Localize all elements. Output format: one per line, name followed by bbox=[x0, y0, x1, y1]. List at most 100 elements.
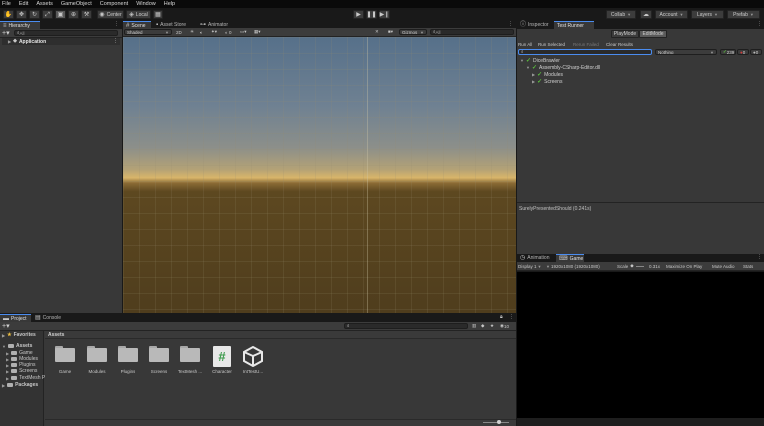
resolution-dropdown[interactable]: ▼ 1920x1080 (1920x1080) bbox=[546, 263, 600, 269]
shading-mode-dropdown[interactable]: Shaded ▼ bbox=[124, 29, 172, 35]
menu-window[interactable]: Window bbox=[136, 1, 156, 7]
rotate-tool-button[interactable]: ↻ bbox=[29, 10, 40, 19]
tab-animation[interactable]: ◷ Animation bbox=[517, 254, 555, 262]
move-tool-button[interactable]: ✥ bbox=[16, 10, 27, 19]
hidden-objects-icon[interactable]: ◐ 0 bbox=[225, 29, 231, 35]
cloud-button[interactable]: ☁ bbox=[640, 10, 652, 19]
menu-edit[interactable]: Edit bbox=[19, 1, 28, 7]
tab-console[interactable]: ▤ Console bbox=[32, 314, 64, 322]
maximize-on-play-toggle[interactable]: Maximize On Play bbox=[666, 263, 702, 269]
pivot-center-toggle[interactable]: ◉ Center bbox=[97, 10, 124, 19]
add-icon[interactable]: +▾ bbox=[2, 29, 10, 37]
menu-assets[interactable]: Assets bbox=[36, 1, 53, 7]
editmode-tab[interactable]: EditMode bbox=[639, 30, 667, 38]
collab-dropdown[interactable]: Collab ▼ bbox=[606, 10, 636, 19]
hierarchy-scene-root[interactable]: ▶ ◆ Application ⋮ bbox=[2, 38, 120, 45]
slider-handle-icon: ◆ bbox=[630, 263, 634, 268]
layout-dropdown[interactable]: Prefab ▼ bbox=[727, 10, 760, 19]
skipped-filter-toggle[interactable]: ● 0 bbox=[750, 49, 762, 55]
camera-icon[interactable]: ▭▾ bbox=[240, 29, 247, 35]
create-asset-icon[interactable]: +▾ bbox=[2, 322, 10, 330]
category-filter-dropdown[interactable]: Nothing ▼ bbox=[655, 49, 717, 55]
clear-results-button[interactable]: Clear Results bbox=[606, 41, 633, 47]
scale-slider[interactable]: Scale ◆ bbox=[617, 263, 644, 269]
project-search-input[interactable]: ⌕ bbox=[344, 323, 468, 329]
asset-folder-game[interactable]: Game bbox=[50, 346, 80, 374]
run-all-button[interactable]: Run All bbox=[518, 41, 532, 47]
tree-item-assets[interactable]: ▼ Assets bbox=[2, 343, 32, 349]
test-tree-item[interactable]: ▼ ✓ DiceBrawler bbox=[520, 57, 560, 65]
asset-folder-modules[interactable]: Modules bbox=[82, 346, 112, 374]
test-tree-item[interactable]: ▶ ✓ Screens bbox=[532, 78, 562, 86]
favorites-item[interactable]: ▶ ★ Favorites bbox=[2, 332, 36, 338]
effects-icon[interactable]: ✦▾ bbox=[211, 29, 217, 35]
zoom-slider-handle[interactable] bbox=[497, 420, 501, 424]
test-search-input[interactable]: ⌕ bbox=[518, 49, 652, 55]
kebab-menu-icon[interactable]: ⋮ bbox=[113, 38, 118, 44]
account-dropdown[interactable]: Account ▼ bbox=[655, 10, 688, 19]
scale-tool-button[interactable]: ⤢ bbox=[42, 10, 53, 19]
filter-type-icon[interactable]: ▥ bbox=[472, 323, 476, 329]
transform-tool-button[interactable]: ⊕ bbox=[68, 10, 79, 19]
tab-inspector[interactable]: ⓘ Inspector bbox=[517, 21, 553, 29]
tree-item-textmesh[interactable]: ▶ TextMesh P bbox=[6, 375, 45, 381]
pivot-local-toggle[interactable]: ◈ Local bbox=[126, 10, 151, 19]
tab-game[interactable]: ⌨ Game bbox=[556, 254, 584, 262]
asset-unity-inttest[interactable]: IntTestU... bbox=[238, 346, 268, 374]
favorite-icon[interactable]: ★ bbox=[490, 323, 494, 329]
hand-tool-button[interactable]: ✋ bbox=[3, 10, 14, 19]
rect-tool-button[interactable]: ▣ bbox=[55, 10, 66, 19]
tab-project[interactable]: ▬ Project bbox=[0, 314, 31, 322]
grid-snap-button[interactable]: ▦ bbox=[153, 10, 163, 19]
passed-filter-toggle[interactable]: ✓ 239 bbox=[720, 49, 736, 55]
test-tree-item[interactable]: ▶ ✓ Modules bbox=[532, 71, 563, 79]
tree-item-packages[interactable]: ▶ Packages bbox=[2, 382, 38, 388]
lock-icon[interactable]: 🔒︎ bbox=[500, 315, 503, 320]
tools-icon[interactable]: ✕ bbox=[375, 29, 379, 35]
asset-folder-textmesh[interactable]: TextMesh ... bbox=[175, 346, 205, 374]
lighting-icon[interactable]: ☀ bbox=[190, 29, 194, 35]
hidden-packages-toggle[interactable]: ◉ 10 bbox=[500, 323, 509, 329]
rerun-failed-button[interactable]: Rerun Failed bbox=[573, 41, 599, 47]
scene-viewport[interactable] bbox=[123, 37, 516, 313]
play-button[interactable]: ▶ bbox=[353, 10, 364, 19]
stats-toggle[interactable]: Stats bbox=[743, 263, 753, 269]
breadcrumb-assets[interactable]: Assets bbox=[48, 332, 64, 338]
display-dropdown[interactable]: Display 1 ▼ bbox=[518, 263, 541, 269]
tree-item-screens[interactable]: ▶ Screens bbox=[6, 368, 37, 374]
filter-label-icon[interactable]: ◆ bbox=[481, 323, 484, 329]
game-scrollbar[interactable] bbox=[517, 418, 764, 426]
audio-icon[interactable]: 🔈︎ bbox=[200, 29, 203, 35]
layers-dropdown[interactable]: Layers ▼ bbox=[691, 10, 724, 19]
hierarchy-search-input[interactable]: ⌕ All bbox=[14, 30, 118, 36]
menu-file[interactable]: File bbox=[2, 1, 11, 7]
custom-tool-button[interactable]: ⚒ bbox=[81, 10, 92, 19]
test-tree-item[interactable]: ▼ ✓ Assembly-CSharp-Editor.dll bbox=[526, 64, 600, 72]
snap-icon[interactable]: ▦▾ bbox=[254, 29, 261, 35]
pause-button[interactable]: ❚❚ bbox=[366, 10, 377, 19]
menu-component[interactable]: Component bbox=[100, 1, 128, 7]
menu-gameobject[interactable]: GameObject bbox=[61, 1, 92, 7]
failed-filter-toggle[interactable]: ● 0 bbox=[737, 49, 749, 55]
playmode-tab[interactable]: PlayMode bbox=[611, 30, 639, 38]
asset-folder-screens[interactable]: Screens bbox=[144, 346, 174, 374]
run-selected-button[interactable]: Run Selected bbox=[538, 41, 565, 47]
gizmos-dropdown[interactable]: Gizmos ▼ bbox=[399, 29, 427, 35]
kebab-menu-icon[interactable]: ⋮ bbox=[114, 22, 119, 27]
scene-camera-icon[interactable]: ■▾ bbox=[388, 29, 393, 35]
zoom-slider-track[interactable] bbox=[483, 422, 509, 423]
kebab-menu-icon[interactable]: ⋮ bbox=[757, 22, 762, 27]
kebab-menu-icon[interactable]: ⋮ bbox=[508, 22, 513, 27]
step-button[interactable]: ▶❙ bbox=[379, 10, 390, 19]
scene-search-input[interactable]: ⌕ All bbox=[430, 29, 514, 35]
game-viewport[interactable] bbox=[517, 272, 764, 426]
asset-folder-plugins[interactable]: Plugins bbox=[113, 346, 143, 374]
tab-hierarchy[interactable]: ≡ Hierarchy bbox=[0, 21, 40, 29]
asset-script-character[interactable]: # Character bbox=[207, 346, 237, 374]
kebab-menu-icon[interactable]: ⋮ bbox=[509, 315, 514, 320]
menu-help[interactable]: Help bbox=[164, 1, 175, 7]
2d-toggle[interactable]: 2D bbox=[176, 29, 182, 35]
mute-audio-toggle[interactable]: Mute Audio bbox=[712, 263, 735, 269]
kebab-menu-icon[interactable]: ⋮ bbox=[757, 255, 762, 260]
tab-test-runner[interactable]: Test Runner bbox=[554, 21, 594, 29]
